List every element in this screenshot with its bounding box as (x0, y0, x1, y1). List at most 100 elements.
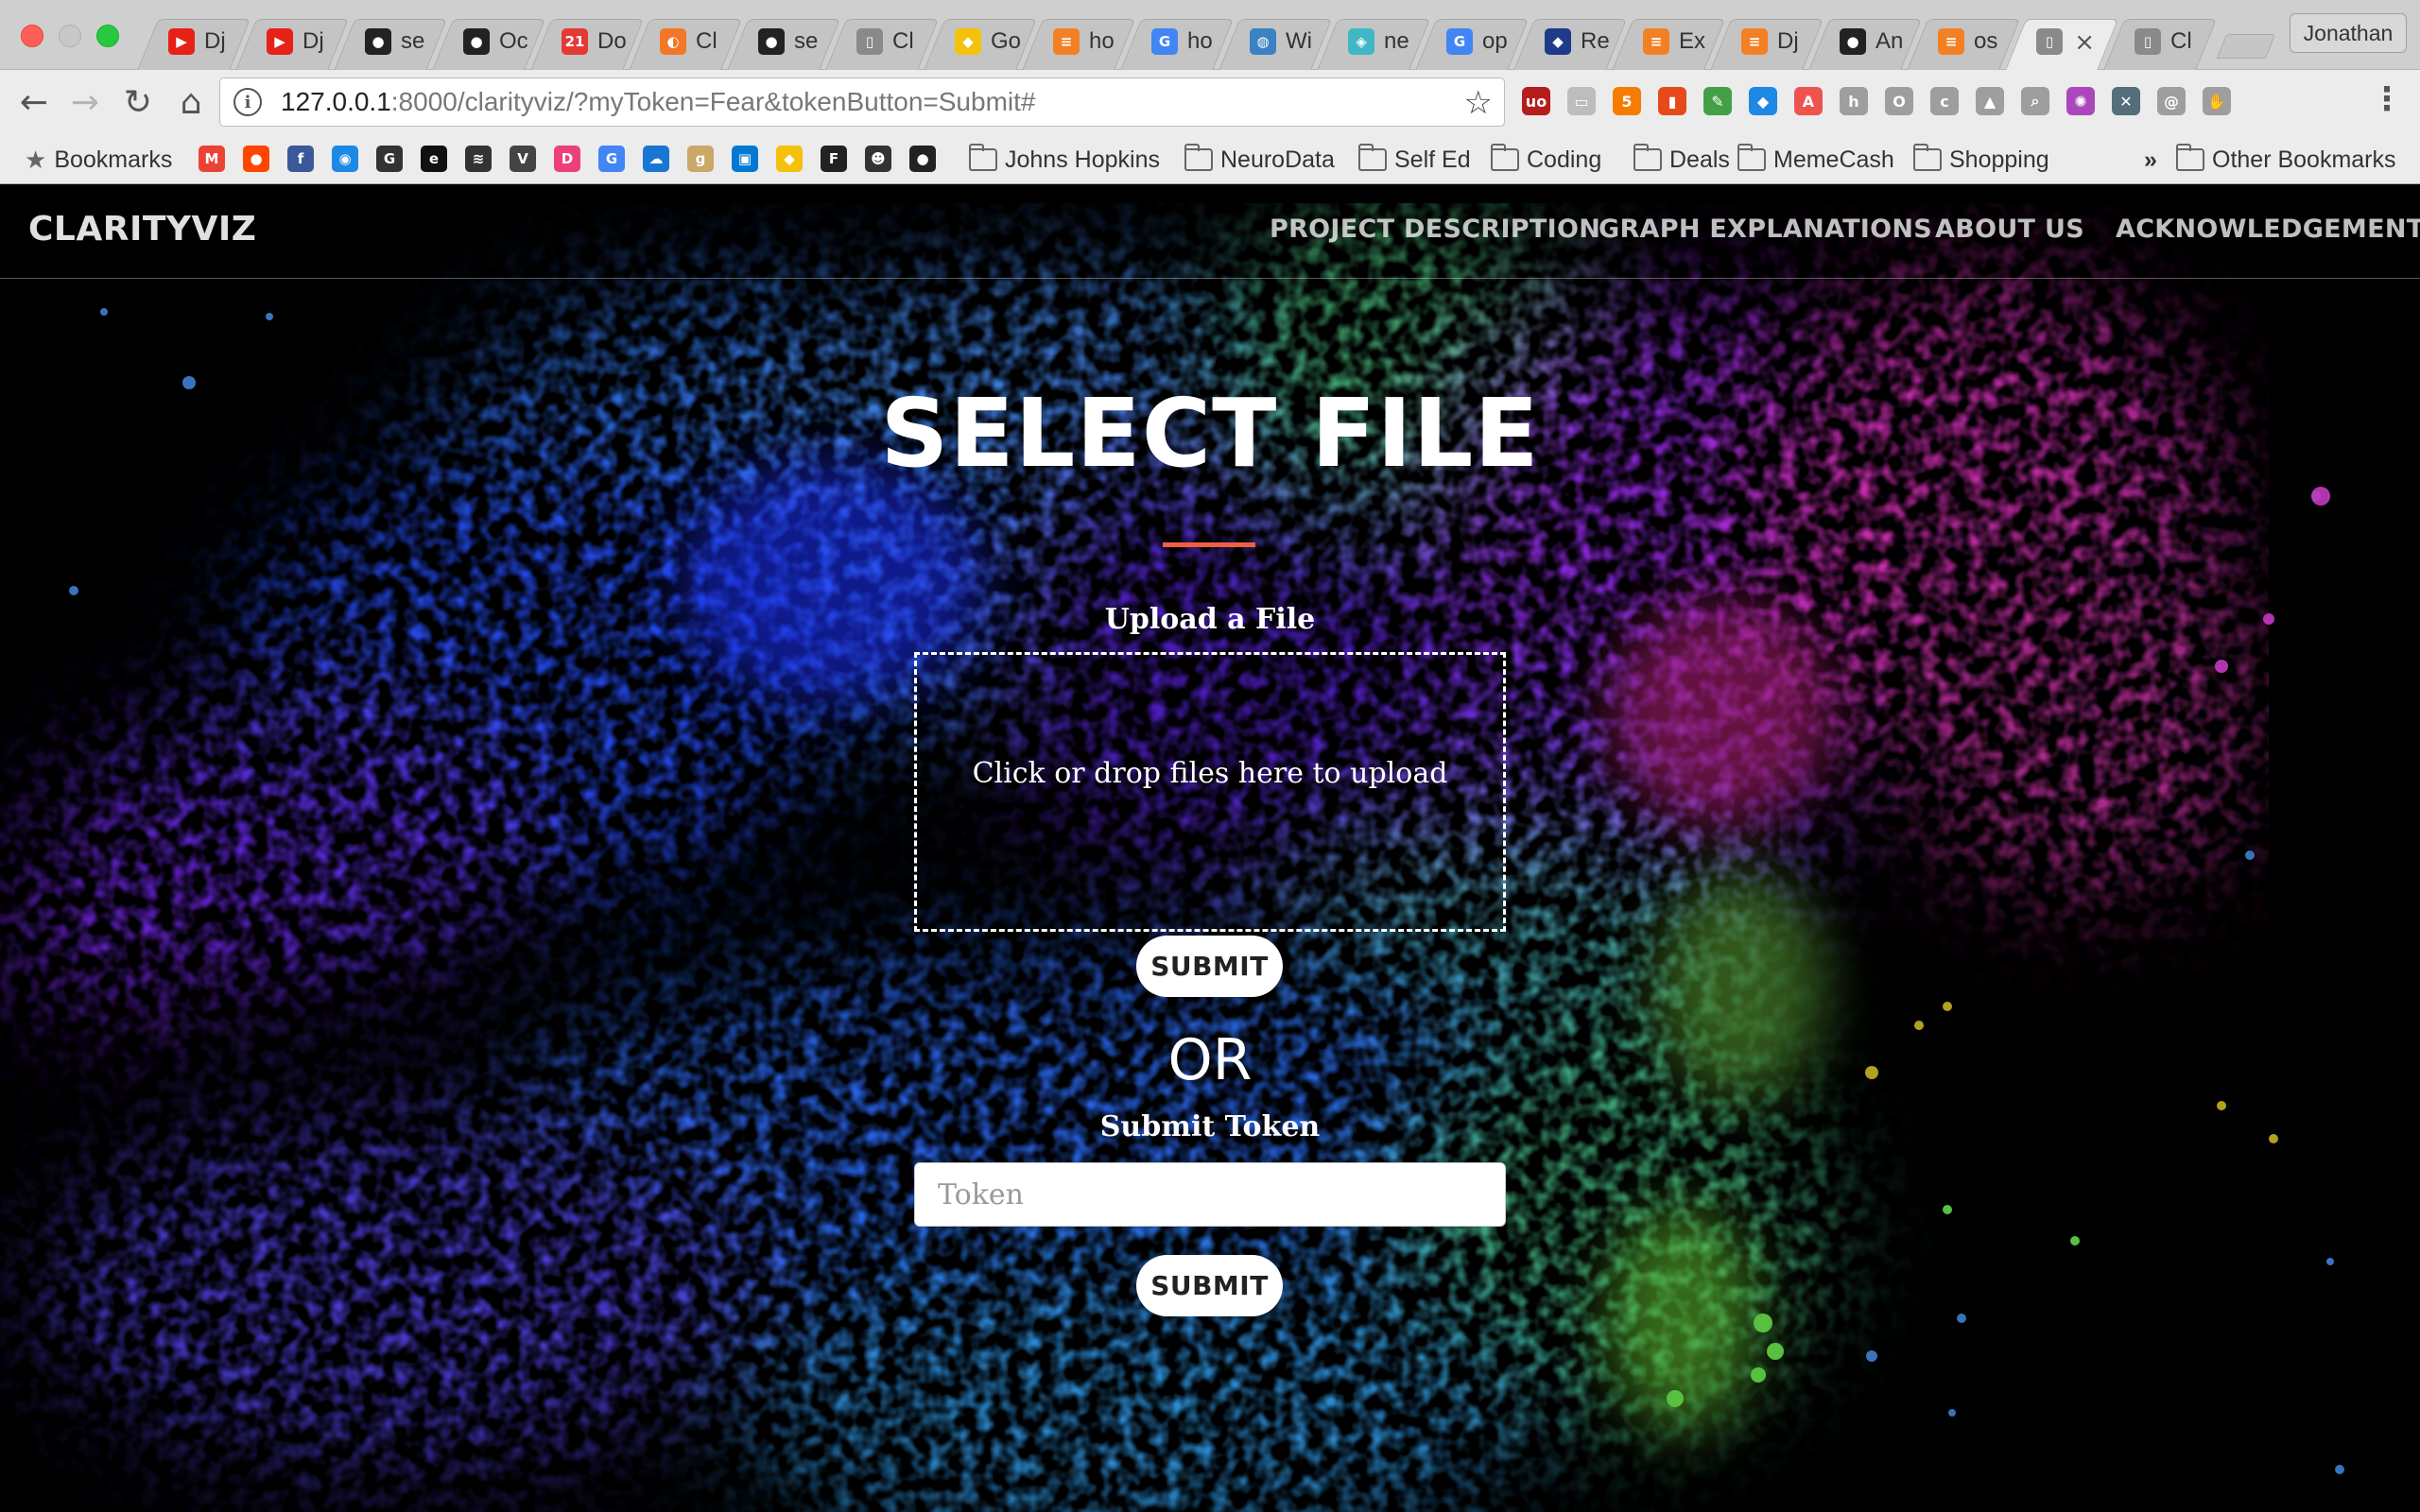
tab-title: An (1876, 28, 1904, 54)
tab-list: ▶ Dj ▶ Dj ● se ● Oc 21 Do ◐ Cl ● se ▯ Cl ◆ Go ≡ ho Gho ◍ Wi ◈ ne… (142, 13, 2206, 70)
bookmarks-button[interactable]: ★ Bookmarks (25, 145, 172, 175)
stripes-icon[interactable]: ≋ (465, 146, 492, 172)
forward-icon[interactable]: → (64, 81, 106, 123)
e-icon[interactable]: e (421, 146, 447, 172)
g-icon[interactable]: G (376, 146, 403, 172)
github-icon: ● (1840, 28, 1866, 55)
address-bar[interactable]: i 127.0.0.1:8000/clarityviz/?myToken=Fea… (219, 77, 1505, 127)
pen-icon[interactable]: ✎ (1703, 87, 1732, 115)
site-brand[interactable]: CLARITYVIZ (28, 210, 256, 249)
nav-graph-explanations[interactable]: GRAPH EXPLANATIONS (1599, 215, 1932, 244)
close-tab-icon[interactable]: × (2074, 28, 2095, 57)
browser-tab[interactable]: 21 Do (535, 13, 633, 70)
nav-project-description[interactable]: PROJECT DESCRIPTION (1270, 215, 1600, 244)
dropzone-text: Click or drop files here to upload (972, 756, 1448, 790)
bookmark-folder[interactable]: Shopping (1913, 144, 2049, 175)
browser-tab[interactable]: ◆ Go (928, 13, 1027, 70)
other-bookmarks-folder[interactable]: Other Bookmarks (2176, 144, 2396, 175)
goodreads-icon[interactable]: g (687, 146, 714, 172)
bookmark-folder[interactable]: Coding (1491, 144, 1601, 175)
folder-icon (1491, 144, 1519, 171)
folder-icon (1913, 144, 1942, 171)
browser-tab[interactable]: ● Oc (437, 13, 535, 70)
upload-label: Upload a File (1104, 603, 1316, 636)
pink-icon[interactable]: D (554, 146, 580, 172)
browser-tab[interactable]: Gho (1125, 13, 1223, 70)
f-icon[interactable]: F (821, 146, 847, 172)
nav-about-us[interactable]: ABOUT US (1935, 215, 2084, 244)
browser-tab[interactable]: ◆ Re (1518, 13, 1616, 70)
github-icon[interactable]: ● (909, 146, 936, 172)
file-dropzone[interactable]: Click or drop files here to upload (914, 652, 1506, 932)
bookmark-folder[interactable]: NeuroData (1184, 144, 1335, 175)
url-text[interactable]: 127.0.0.1:8000/clarityviz/?myToken=Fear&… (281, 87, 1035, 117)
ad-icon[interactable]: A (1794, 87, 1823, 115)
browser-tab[interactable]: ≡ Dj (1715, 13, 1813, 70)
bookmark-red-icon[interactable]: ▮ (1658, 87, 1686, 115)
reload-icon[interactable]: ↻ (117, 81, 159, 123)
back-icon[interactable]: ← (13, 81, 55, 123)
hunter-icon[interactable]: h (1840, 87, 1868, 115)
reddit-icon[interactable]: ● (243, 146, 269, 172)
minimize-window-button[interactable] (59, 25, 81, 47)
browser-tab[interactable]: ≡ ho (1027, 13, 1125, 70)
upload-submit-button[interactable]: SUBMIT (1136, 936, 1283, 997)
profile-button[interactable]: Jonathan (2290, 13, 2407, 53)
browser-tab[interactable]: ▯ Cl (2108, 13, 2206, 70)
browser-tab[interactable]: ≡ os (1911, 13, 2010, 70)
browser-tab[interactable]: ◍ Wi (1223, 13, 1322, 70)
facebook-icon[interactable]: f (287, 146, 314, 172)
browser-tab[interactable]: ● se (338, 13, 437, 70)
browser-tab[interactable]: ▯ Cl (830, 13, 928, 70)
browser-tab[interactable]: Gop (1420, 13, 1518, 70)
rect-icon[interactable]: O (1885, 87, 1913, 115)
lightbulb-icon[interactable]: ◆ (776, 146, 803, 172)
browser-tab[interactable]: ● se (732, 13, 830, 70)
browser-tab[interactable]: ≡ Ex (1616, 13, 1715, 70)
bookmarks-overflow-button[interactable]: » (2144, 145, 2157, 175)
messenger-icon[interactable]: ◉ (332, 146, 358, 172)
youtube-icon: ▶ (267, 28, 293, 55)
browser-tab[interactable]: ▶ Dj (240, 13, 338, 70)
cross-icon[interactable]: ✕ (2112, 87, 2140, 115)
bookmark-folder[interactable]: Johns Hopkins (969, 144, 1160, 175)
cast-icon[interactable]: ▭ (1567, 87, 1596, 115)
zoom-icon[interactable]: ⌕ (2021, 87, 2049, 115)
robot-icon[interactable]: ☻ (865, 146, 891, 172)
hand-icon[interactable]: ✋ (2203, 87, 2231, 115)
html5-icon[interactable]: 5 (1613, 87, 1641, 115)
drive-icon[interactable]: ▲ (1976, 87, 2004, 115)
nav-acknowledgements[interactable]: ACKNOWLEDGEMENTS (2116, 215, 2420, 244)
new-tab-button[interactable] (2216, 34, 2276, 59)
browser-tab[interactable]: ▯ × (2010, 13, 2108, 70)
bookmark-folder[interactable]: MemeCash (1737, 144, 1894, 175)
browser-tab[interactable]: ◈ ne (1322, 13, 1420, 70)
page-title: SELECT FILE (880, 378, 1540, 489)
v-icon[interactable]: V (510, 146, 536, 172)
browser-tab[interactable]: ● An (1813, 13, 1911, 70)
token-submit-button[interactable]: SUBMIT (1136, 1255, 1283, 1316)
image-icon: ◈ (1348, 28, 1374, 55)
bookmark-folder[interactable]: Self Ed (1358, 144, 1471, 175)
google-icon[interactable]: G (598, 146, 625, 172)
folder-icon (1737, 144, 1766, 171)
css-icon[interactable]: c (1930, 87, 1959, 115)
ublock-icon[interactable]: uo (1522, 87, 1550, 115)
bookmark-folder[interactable]: Deals (1634, 144, 1730, 175)
gem-icon[interactable]: ◆ (1749, 87, 1777, 115)
close-window-button[interactable] (21, 25, 43, 47)
bookmark-star-icon[interactable]: ☆ (1464, 84, 1493, 122)
browser-menu-icon[interactable]: ⋮ (2371, 83, 2403, 115)
cloud-icon[interactable]: ☁ (643, 146, 669, 172)
site-info-icon[interactable]: i (233, 88, 262, 116)
maximize-window-button[interactable] (96, 25, 119, 47)
spiral-icon[interactable]: @ (2157, 87, 2186, 115)
browser-tab[interactable]: ▶ Dj (142, 13, 240, 70)
gmail-icon[interactable]: M (199, 146, 225, 172)
token-input[interactable] (914, 1162, 1506, 1227)
color-wheel-icon[interactable]: ✺ (2066, 87, 2095, 115)
outlook-icon[interactable]: ▣ (732, 146, 758, 172)
tab-title: Ex (1679, 28, 1706, 54)
browser-tab[interactable]: ◐ Cl (633, 13, 732, 70)
home-icon[interactable]: ⌂ (170, 81, 212, 123)
